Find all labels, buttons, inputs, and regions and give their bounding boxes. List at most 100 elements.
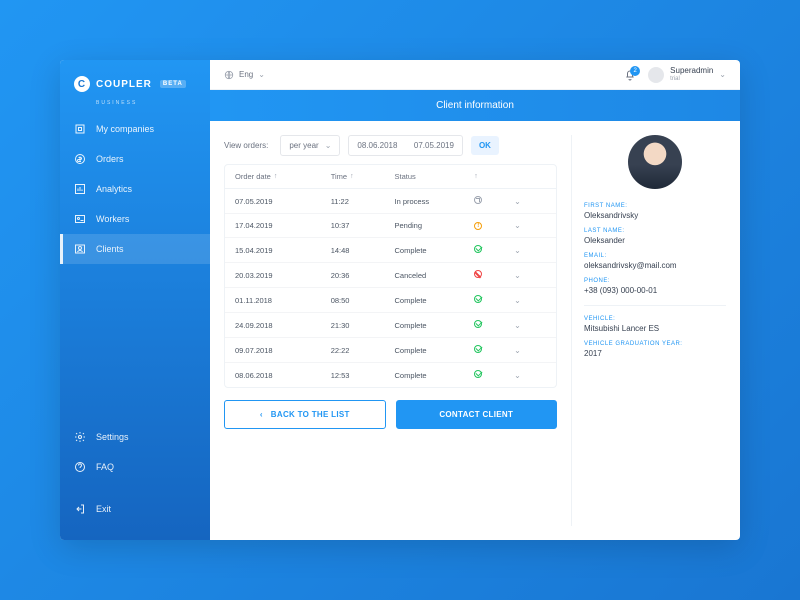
logo-badge: BETA	[160, 80, 186, 88]
cell-time: 22:22	[331, 346, 395, 355]
cell-time: 12:53	[331, 371, 395, 380]
notification-badge: 2	[630, 66, 640, 76]
date-range-input[interactable]: 08.06.2018 07.05.2019	[348, 135, 463, 156]
table-header: Order date↑ Time↑ Status ↑	[225, 165, 556, 189]
filters: View orders: per year ⌄ 08.06.2018 07.05…	[224, 135, 557, 156]
col-order-date[interactable]: Order date↑	[235, 172, 331, 181]
status-icon	[474, 196, 514, 206]
table-row[interactable]: 07.05.201911:22In process ⌄	[225, 189, 556, 214]
cell-status: Complete	[394, 296, 474, 305]
logo-icon: C	[74, 76, 90, 92]
sort-icon: ↑	[474, 173, 478, 180]
cell-status: In process	[394, 197, 474, 206]
status-icon	[474, 245, 514, 255]
field-vehicle: VEHICLE: Mitsubishi Lancer ES	[584, 316, 726, 333]
chevron-down-icon[interactable]: ⌄	[514, 346, 546, 355]
sidebar-item-label: Settings	[96, 432, 129, 442]
help-icon	[74, 461, 86, 473]
chevron-down-icon: ⌄	[719, 70, 726, 79]
dash	[403, 141, 407, 150]
chevron-down-icon[interactable]: ⌄	[514, 371, 546, 380]
chevron-down-icon[interactable]: ⌄	[514, 221, 546, 230]
sidebar-item-label: Exit	[96, 504, 111, 514]
status-icon	[474, 320, 514, 330]
cell-date: 20.03.2019	[235, 271, 331, 280]
field-last-name: LAST NAME: Oleksander	[584, 228, 726, 245]
client-panel: FIRST NAME: Oleksandrivsky LAST NAME: Ol…	[571, 135, 726, 526]
logo-subtitle: BUSINESS	[60, 100, 210, 106]
status-icon	[474, 370, 514, 380]
chevron-down-icon: ⌄	[325, 141, 332, 150]
client-avatar	[628, 135, 682, 189]
col-time[interactable]: Time↑	[331, 172, 395, 181]
orders-panel: View orders: per year ⌄ 08.06.2018 07.05…	[224, 135, 557, 526]
sidebar-item-clients[interactable]: Clients	[60, 234, 210, 264]
user-name: Superadmin	[670, 67, 713, 76]
sidebar-item-label: Analytics	[96, 184, 132, 194]
logo-text: COUPLER	[96, 79, 152, 90]
chevron-down-icon[interactable]: ⌄	[514, 321, 546, 330]
field-label: FIRST NAME:	[584, 203, 726, 209]
chevron-down-icon[interactable]: ⌄	[514, 197, 546, 206]
notifications-button[interactable]: 2	[624, 69, 636, 81]
sidebar-item-analytics[interactable]: Analytics	[60, 174, 210, 204]
field-label: LAST NAME:	[584, 228, 726, 234]
cell-status: Complete	[394, 321, 474, 330]
chevron-down-icon[interactable]: ⌄	[514, 296, 546, 305]
cell-status: Complete	[394, 371, 474, 380]
sidebar-item-label: My companies	[96, 124, 154, 134]
sidebar-item-orders[interactable]: Orders	[60, 144, 210, 174]
sidebar-item-companies[interactable]: My companies	[60, 114, 210, 144]
cell-date: 08.06.2018	[235, 371, 331, 380]
chevron-down-icon[interactable]: ⌄	[514, 246, 546, 255]
field-label: EMAIL:	[584, 253, 726, 259]
period-value: per year	[289, 141, 318, 150]
table-row[interactable]: 20.03.201920:36Canceled⌄	[225, 263, 556, 288]
table-body: 07.05.201911:22In process⌄17.04.201910:3…	[225, 189, 556, 387]
period-select[interactable]: per year ⌄	[280, 135, 340, 156]
cell-time: 11:22	[331, 197, 395, 206]
user-menu[interactable]: Superadmin trial ⌄	[648, 67, 726, 83]
action-bar: ‹ BACK TO THE LIST CONTACT CLIENT	[224, 400, 557, 429]
chevron-left-icon: ‹	[260, 410, 263, 419]
table-row[interactable]: 15.04.201914:48Complete⌄	[225, 238, 556, 263]
contact-button[interactable]: CONTACT CLIENT	[396, 400, 558, 429]
date-from: 08.06.2018	[357, 141, 397, 150]
ok-button[interactable]: OK	[471, 136, 499, 155]
user-role: trial	[670, 76, 713, 83]
back-button[interactable]: ‹ BACK TO THE LIST	[224, 400, 386, 429]
back-label: BACK TO THE LIST	[271, 410, 350, 419]
table-row[interactable]: 24.09.201821:30Complete⌄	[225, 313, 556, 338]
sidebar-item-exit[interactable]: Exit	[60, 494, 210, 524]
table-row[interactable]: 17.04.201910:37Pending!⌄	[225, 214, 556, 238]
field-label: PHONE:	[584, 278, 726, 284]
field-value: +38 (093) 000-00-01	[584, 286, 726, 295]
table-row[interactable]: 01.11.201808:50Complete⌄	[225, 288, 556, 313]
field-value: 2017	[584, 349, 726, 358]
dollar-icon	[74, 153, 86, 165]
col-status-sort[interactable]: ↑	[474, 173, 514, 180]
sidebar-item-faq[interactable]: FAQ	[60, 452, 210, 482]
table-row[interactable]: 08.06.201812:53Complete ⌄	[225, 363, 556, 387]
main: Eng ⌄ 2 Superadmin trial ⌄ Client inf	[210, 60, 740, 540]
cell-status: Pending	[394, 221, 474, 230]
sidebar-item-workers[interactable]: Workers	[60, 204, 210, 234]
field-value: Oleksandrivsky	[584, 211, 726, 220]
chart-icon	[74, 183, 86, 195]
cell-time: 20:36	[331, 271, 395, 280]
status-icon: !	[474, 222, 514, 230]
cell-date: 09.07.2018	[235, 346, 331, 355]
table-row[interactable]: 09.07.201822:22Complete ⌄	[225, 338, 556, 363]
sidebar-item-label: Clients	[96, 244, 124, 254]
chevron-down-icon[interactable]: ⌄	[514, 271, 546, 280]
sidebar-item-settings[interactable]: Settings	[60, 422, 210, 452]
topbar: Eng ⌄ 2 Superadmin trial ⌄	[210, 60, 740, 90]
field-label: VEHICLE GRADUATION YEAR:	[584, 341, 726, 347]
cell-date: 17.04.2019	[235, 221, 331, 230]
cell-date: 07.05.2019	[235, 197, 331, 206]
col-status[interactable]: Status	[394, 172, 474, 181]
language-selector[interactable]: Eng ⌄	[224, 70, 265, 80]
cell-status: Complete	[394, 346, 474, 355]
language-label: Eng	[239, 70, 253, 79]
app-window: C COUPLER BETA BUSINESS My companies Ord…	[60, 60, 740, 540]
